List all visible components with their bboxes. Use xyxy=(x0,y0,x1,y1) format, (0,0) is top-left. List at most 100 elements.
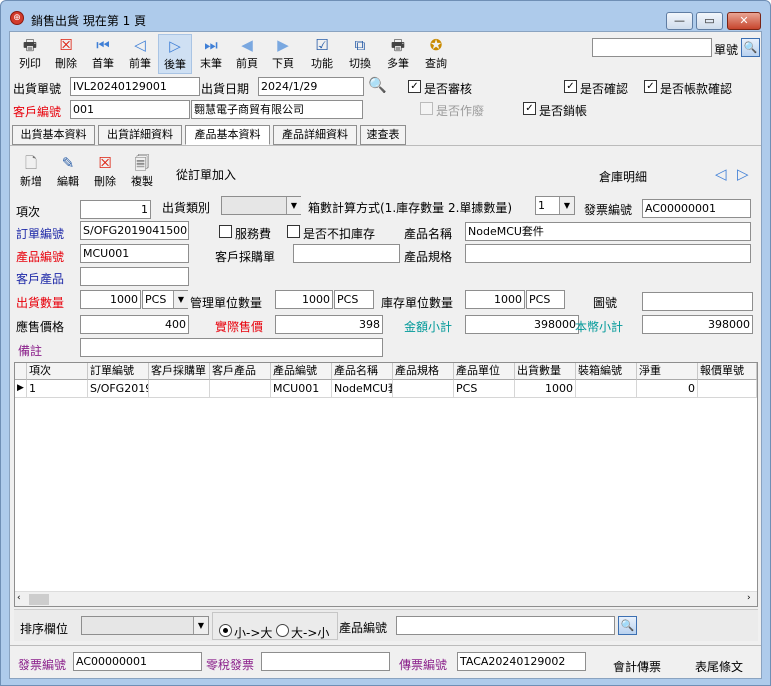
footer-invoice-field[interactable]: AC00000001 xyxy=(73,652,202,671)
table-row-cell[interactable] xyxy=(149,380,210,398)
magnifier-icon[interactable]: 🔍 xyxy=(368,76,387,94)
tab-ship-detail[interactable]: 出貨詳細資料 xyxy=(98,125,182,145)
detail-grid[interactable]: 項次 訂單編號 客戶採購單 客戶產品 產品編號 產品名稱 產品規格 產品單位 出… xyxy=(14,362,758,607)
grid-col-cust-product[interactable]: 客戶產品 xyxy=(210,363,271,380)
toolbar-first-button[interactable]: ⏮ 首筆 xyxy=(86,34,120,74)
chevron-down-icon[interactable]: ▼ xyxy=(286,197,301,214)
table-row-cell[interactable] xyxy=(698,380,757,398)
grid-col-cust-po[interactable]: 客戶採購單 xyxy=(149,363,210,380)
scroll-left-icon[interactable]: ‹ xyxy=(17,593,21,603)
tab-ship-basic[interactable]: 出貨基本資料 xyxy=(12,125,95,145)
mgmt-unit-field[interactable]: PCS xyxy=(334,290,374,309)
ship-date-field[interactable]: 2024/1/29 xyxy=(258,77,364,96)
scroll-thumb[interactable] xyxy=(29,594,49,605)
table-row-cell[interactable] xyxy=(210,380,271,398)
sort-desc-radio[interactable] xyxy=(276,624,289,637)
next-item-icon[interactable]: ▷ xyxy=(737,165,749,183)
table-row-cell[interactable]: S/OFG2019 xyxy=(88,380,149,398)
toolbar-function-button[interactable]: ☑ 功能 xyxy=(305,34,339,74)
table-row-cell[interactable] xyxy=(393,380,454,398)
written-off-checkbox[interactable]: ✓ xyxy=(523,102,536,115)
doc-no-search-button[interactable]: 🔍 xyxy=(741,38,760,57)
reviewed-checkbox[interactable]: ✓ xyxy=(408,80,421,93)
qty-field[interactable]: 1000 xyxy=(80,290,141,309)
product-name-field[interactable]: NodeMCU套件 xyxy=(465,222,751,241)
account-confirmed-checkbox[interactable]: ✓ xyxy=(644,80,657,93)
price-field[interactable]: 400 xyxy=(80,315,189,334)
toolbar-delete-button[interactable]: ☒ 刪除 xyxy=(49,34,83,74)
toolbar-switch-button[interactable]: ⧉ 切換 xyxy=(343,34,377,74)
voided-checkbox[interactable] xyxy=(420,102,433,115)
add-from-order-button[interactable]: 從訂單加入 xyxy=(176,166,236,183)
grid-col-qty[interactable]: 出貨數量 xyxy=(515,363,576,380)
footer-text-button[interactable]: 表尾條文 xyxy=(695,658,743,675)
customer-code-field[interactable]: 001 xyxy=(70,100,190,119)
table-row-cell[interactable]: NodeMCU套 xyxy=(332,380,393,398)
horizontal-scrollbar[interactable]: ‹ › xyxy=(15,591,757,606)
close-button[interactable]: ✕ xyxy=(727,12,761,30)
cust-po-field[interactable] xyxy=(293,244,400,263)
service-fee-checkbox[interactable] xyxy=(219,225,232,238)
tab-quick-lookup[interactable]: 速查表 xyxy=(360,125,406,145)
detail-new-button[interactable]: 🗋 新增 xyxy=(13,152,49,192)
no-deduct-stock-checkbox[interactable] xyxy=(287,225,300,238)
grid-col-spec[interactable]: 產品規格 xyxy=(393,363,454,380)
toolbar-multi-button[interactable]: 🖶 多筆 xyxy=(381,34,415,74)
minimize-button[interactable]: — xyxy=(666,12,693,30)
table-row-cell[interactable]: 0 xyxy=(637,380,698,398)
order-no-detail-field[interactable]: S/OFG20190415001 xyxy=(80,221,189,240)
grid-col-product-name[interactable]: 產品名稱 xyxy=(332,363,393,380)
detail-edit-button[interactable]: ✎ 編輯 xyxy=(50,152,86,192)
grid-col-box-no[interactable]: 裝箱編號 xyxy=(576,363,637,380)
acc-voucher-button[interactable]: 會計傳票 xyxy=(613,658,661,675)
grid-col-product-code[interactable]: 產品編號 xyxy=(271,363,332,380)
table-row-cell[interactable]: 1 xyxy=(27,380,88,398)
local-subtotal-field[interactable]: 398000 xyxy=(642,315,753,334)
doc-no-search-input[interactable] xyxy=(592,38,712,57)
sort-asc-radio[interactable] xyxy=(219,624,232,637)
detail-delete-button[interactable]: ☒ 刪除 xyxy=(87,152,123,192)
mgmt-qty-field[interactable]: 1000 xyxy=(275,290,333,309)
scroll-right-icon[interactable]: › xyxy=(747,593,751,603)
toolbar-query-button[interactable]: ✪ 查詢 xyxy=(419,34,453,74)
warehouse-detail-button[interactable]: 倉庫明細 xyxy=(599,168,647,185)
grid-col-net-weight[interactable]: 淨重 xyxy=(637,363,698,380)
sort-product-code-field[interactable] xyxy=(396,616,615,635)
subtotal-field[interactable]: 398000 xyxy=(465,315,579,334)
confirmed-checkbox[interactable]: ✓ xyxy=(564,80,577,93)
toolbar-next-button[interactable]: ▷ 後筆 xyxy=(158,34,192,74)
toolbar-prev-page-button[interactable]: ◀ 前頁 xyxy=(230,34,264,74)
cust-product-field[interactable] xyxy=(80,267,189,286)
chevron-down-icon[interactable]: ▼ xyxy=(193,617,208,634)
spec-field[interactable] xyxy=(465,244,751,263)
customer-name-field[interactable]: 翾慧電子商貿有限公司 xyxy=(191,100,363,119)
maximize-button[interactable]: ▭ xyxy=(696,12,723,30)
sort-field-select[interactable] xyxy=(81,616,209,635)
voucher-field[interactable]: TACA20240129002 xyxy=(457,652,586,671)
drawing-field[interactable] xyxy=(642,292,753,311)
chevron-down-icon[interactable]: ▼ xyxy=(173,291,188,308)
grid-col-order-no[interactable]: 訂單編號 xyxy=(88,363,149,380)
table-row-cell[interactable]: 1000 xyxy=(515,380,576,398)
grid-col-quote-no[interactable]: 報價單號 xyxy=(698,363,757,380)
grid-col-item-no[interactable]: 項次 xyxy=(27,363,88,380)
invoice-no-field[interactable]: AC00000001 xyxy=(642,199,751,218)
remark-field[interactable] xyxy=(80,338,383,357)
product-code-field[interactable]: MCU001 xyxy=(80,244,189,263)
toolbar-print-button[interactable]: 🖶 列印 xyxy=(13,34,47,74)
grid-col-unit[interactable]: 產品單位 xyxy=(454,363,515,380)
table-row-cell[interactable] xyxy=(576,380,637,398)
order-no-field[interactable]: IVL20240129001 xyxy=(70,77,200,96)
prev-item-icon[interactable]: ◁ xyxy=(715,165,727,183)
item-no-field[interactable]: 1 xyxy=(80,200,151,219)
stock-unit-field[interactable]: PCS xyxy=(526,290,565,309)
tab-product-basic[interactable]: 產品基本資料 xyxy=(185,125,270,145)
chevron-down-icon[interactable]: ▼ xyxy=(559,197,574,214)
table-row-cell[interactable]: PCS xyxy=(454,380,515,398)
stock-qty-field[interactable]: 1000 xyxy=(465,290,525,309)
toolbar-next-page-button[interactable]: ▶ 下頁 xyxy=(266,34,300,74)
product-search-button[interactable]: 🔍 xyxy=(618,616,637,635)
toolbar-prev-button[interactable]: ◁ 前筆 xyxy=(123,34,157,74)
tab-product-detail[interactable]: 產品詳細資料 xyxy=(273,125,357,145)
table-row-cell[interactable]: MCU001 xyxy=(271,380,332,398)
